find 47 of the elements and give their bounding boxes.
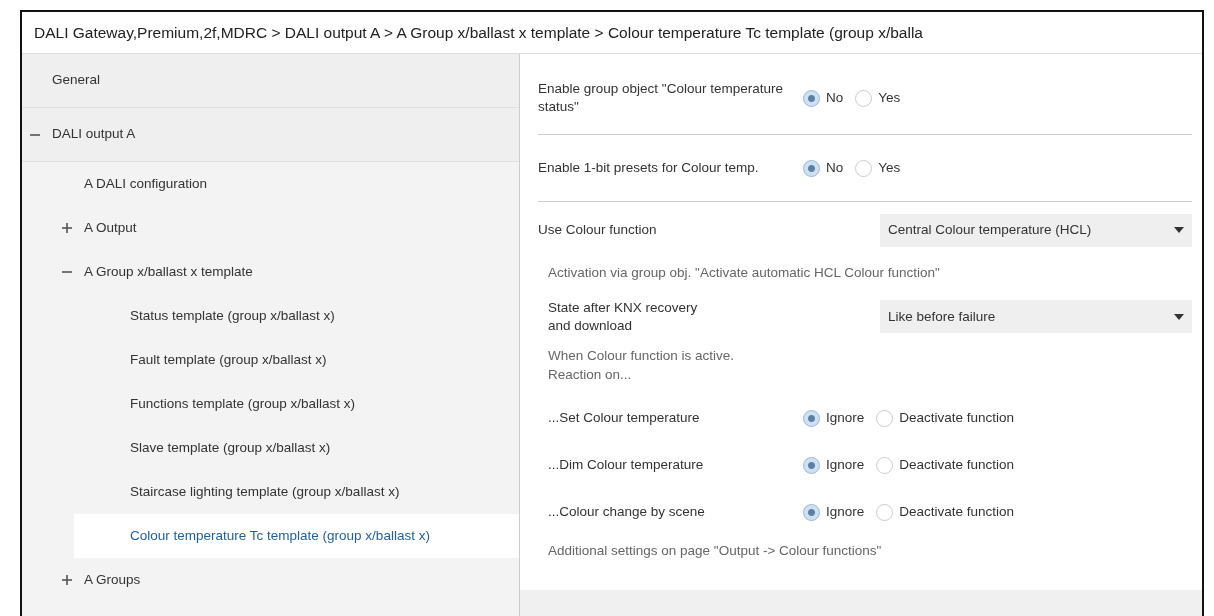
parameter-label: ...Colour change by scene [547, 503, 706, 521]
tree-item[interactable]: General [52, 70, 101, 91]
radio-button[interactable] [876, 456, 894, 474]
tree-item[interactable]: Slave template (group x/ballast x) [130, 437, 331, 459]
radio-option[interactable]: Ignore [803, 502, 865, 523]
tree-item[interactable]: A Output [84, 217, 137, 239]
info-text: Activation via group obj. "Activate automatic HCL Colour function" [547, 264, 941, 282]
parameter-label: State after KNX recovery and download [547, 299, 699, 335]
radio-option[interactable]: No [803, 157, 844, 179]
caret-icon [1174, 313, 1184, 320]
radio-button[interactable] [876, 409, 894, 427]
radio-button[interactable] [803, 89, 820, 107]
radio-button[interactable] [803, 456, 820, 474]
radio-option[interactable]: Ignore [803, 455, 865, 476]
caret-icon [1174, 227, 1184, 233]
tree-item[interactable]: Staircase lighting template (group x/ballast x) [130, 481, 400, 503]
radio-button[interactable] [876, 503, 894, 521]
tree-item[interactable]: A Groups [84, 569, 141, 591]
radio-option[interactable]: Deactivate function [876, 502, 1015, 523]
tree-item[interactable]: Fault template (group x/ballast x) [130, 349, 327, 371]
parameter-label: Enable group object "Colour temperature status" [538, 80, 784, 116]
radio-button[interactable] [803, 503, 820, 521]
info-text: When Colour function is active. Reaction on... [547, 346, 736, 384]
radio-button[interactable] [855, 159, 873, 177]
radio-button[interactable] [803, 409, 820, 427]
info-text: Additional settings on page "Output -> Colour functions" [547, 541, 883, 560]
tree-item[interactable]: DALI output A [52, 124, 136, 145]
dropdown[interactable]: Like before failure [880, 300, 1192, 334]
expand-icon[interactable] [62, 575, 72, 585]
radio-option[interactable]: Yes [855, 157, 901, 179]
radio-option[interactable]: Ignore [803, 408, 865, 429]
tree-item[interactable]: Functions template (group x/ballast x) [130, 393, 356, 415]
parameter-label: ...Set Colour temperature [547, 409, 701, 427]
tree-item[interactable]: Status template (group x/ballast x) [130, 305, 335, 327]
radio-option[interactable]: Deactivate function [876, 455, 1015, 476]
radio-option[interactable]: Deactivate function [876, 408, 1015, 429]
radio-option[interactable]: No [803, 87, 844, 109]
radio-option[interactable]: Yes [855, 87, 901, 109]
dropdown[interactable]: Central Colour temperature (HCL) [880, 213, 1192, 247]
expand-icon[interactable] [62, 223, 72, 233]
parameter-label: Enable 1-bit presets for Colour temp. [538, 159, 760, 177]
tree-item[interactable]: A Group x/ballast x template [84, 261, 253, 283]
parameter-label: ...Dim Colour temperature [547, 456, 705, 474]
tree-item[interactable]: A DALI configuration [84, 173, 208, 195]
radio-button[interactable] [803, 159, 820, 177]
parameter-label: Use Colour function [538, 221, 658, 239]
radio-button[interactable] [855, 89, 873, 107]
